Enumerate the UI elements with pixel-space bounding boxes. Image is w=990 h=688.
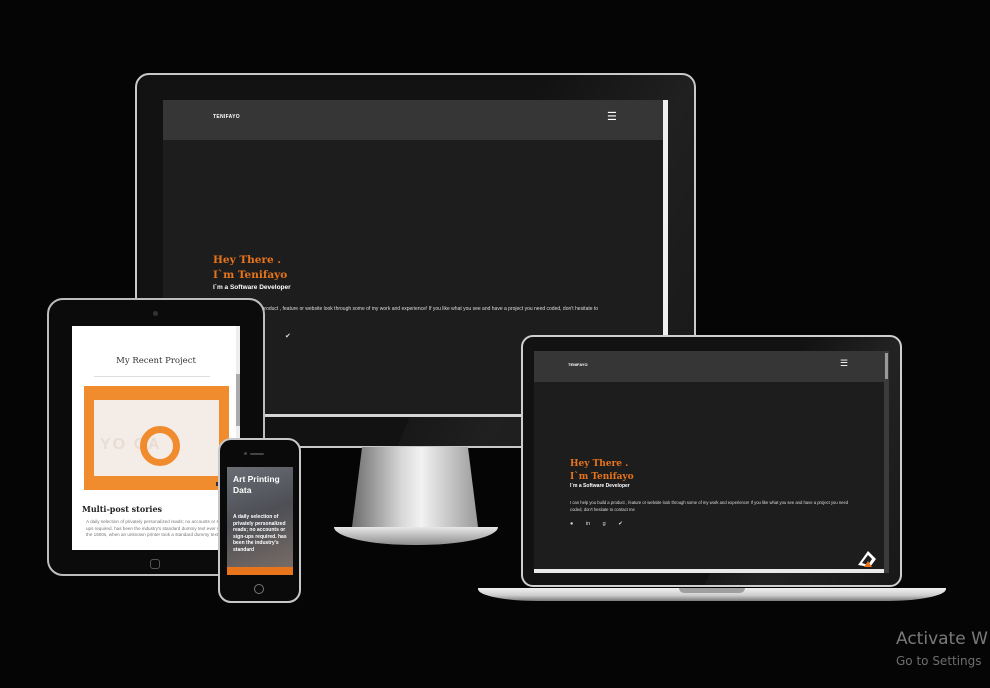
desktop-navbar [163,100,668,140]
camera-icon [244,452,247,455]
laptop-hero-role: I`m a Software Developer [570,483,630,489]
tablet-scrollbar-thumb[interactable] [236,374,240,426]
laptop-hero-intro: I can help you build a product , feature… [570,500,849,512]
greeting-line-1: Hey There . [570,459,629,469]
project-title[interactable]: Multi-post stories [82,504,162,514]
preview-ring-graphic [140,426,180,466]
laptop-horizontal-scrollbar[interactable] [534,569,884,573]
tablet-screen: My Recent Project YO GA Multi-post stori… [72,326,240,550]
speaker-grille [250,453,264,455]
title-divider [94,376,210,377]
laptop-scrollbar-thumb[interactable] [885,353,888,379]
greeting-line-1: Hey There . [213,254,282,266]
hamburger-icon[interactable]: ☰ [607,110,617,123]
activation-watermark-link[interactable]: Go to Settings [896,654,982,668]
laptop: TENIFAYO ☰ Hey There . I`m Tenifayo I`m … [521,335,902,587]
phone-screen: Art Printing Data A daily selection of p… [227,467,293,575]
card-footer-bar [227,567,293,575]
social-icons-row[interactable]: ● in g ✔ [570,521,623,527]
monitor-stand-neck [352,447,478,527]
laptop-brand-logo[interactable]: TENIFAYO [568,362,588,367]
desktop-hero-greeting: Hey There . I`m Tenifayo [213,253,287,283]
smartphone: Art Printing Data A daily selection of p… [218,438,301,603]
laptop-screen: TENIFAYO ☰ Hey There . I`m Tenifayo I`m … [534,351,889,573]
section-title: My Recent Project [116,356,196,366]
site-logo-icon [858,551,876,567]
activation-watermark-title: Activate W [896,629,988,649]
project-card-title[interactable]: Art Printing Data [233,474,293,496]
project-thumbnail[interactable]: YO GA [84,386,229,490]
home-button-icon[interactable] [254,584,264,594]
laptop-open-notch [679,588,745,593]
greeting-line-2: I`m Tenifayo [213,269,288,281]
laptop-hero-greeting: Hey There . I`m Tenifayo [570,458,634,484]
home-button-icon[interactable] [150,559,160,569]
project-card-description: A daily selection of privately personali… [233,514,287,553]
monitor-stand-base [334,527,498,545]
camera-icon [153,311,158,316]
project-description: A daily selection of privately personali… [86,519,228,537]
desktop-hero-intro: I can help you build a product , feature… [213,306,599,320]
hamburger-icon[interactable]: ☰ [840,358,848,369]
desktop-brand-logo[interactable]: TENIFAYO [213,114,240,120]
project-preview-page: YO GA [94,400,219,476]
laptop-scrollbar[interactable] [884,351,889,573]
twitter-icon[interactable]: ✔ [285,332,291,340]
desktop-hero-role: I`m a Software Developer [213,284,291,291]
